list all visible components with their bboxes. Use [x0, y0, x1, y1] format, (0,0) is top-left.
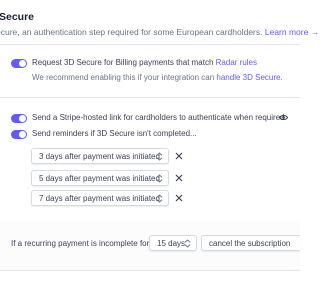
section-title: Secure [0, 11, 35, 23]
recurring-days-select[interactable]: 15 days [149, 235, 197, 251]
request-3ds-hint-suffix: . [280, 73, 283, 82]
close-icon[interactable] [175, 152, 183, 160]
reminder-select-value: 5 days after payment was initiated [39, 174, 160, 183]
request-3ds-label: Request 3D Secure for Billing payments t… [32, 58, 257, 67]
request-3ds-hint: We recommend enabling this if your integ… [32, 73, 283, 82]
reminders-toggle[interactable] [11, 130, 27, 139]
close-icon[interactable] [175, 194, 183, 202]
reminder-select[interactable]: 7 days after payment was initiated [31, 190, 169, 206]
chevron-up-down-icon [184, 239, 191, 248]
learn-more-link[interactable]: Learn more → [265, 27, 319, 37]
recurring-action-value: cancel the subscription [209, 239, 291, 248]
request-3ds-label-text: Request 3D Secure for Billing payments t… [32, 58, 214, 67]
radar-rules-link[interactable]: Radar rules [216, 58, 257, 67]
divider [0, 97, 300, 98]
reminder-select[interactable]: 5 days after payment was initiated [31, 170, 169, 186]
hosted-link-label: Send a Stripe-hosted link for cardholder… [32, 113, 285, 122]
eye-icon[interactable] [279, 114, 288, 121]
toggle-knob [19, 131, 26, 138]
section-description-text: ecure, an authentication step required f… [0, 27, 263, 37]
chevron-up-down-icon [156, 152, 163, 161]
chevron-up-down-icon [156, 174, 163, 183]
recurring-days-value: 15 days [157, 239, 186, 248]
settings-panel: Secure ecure, an authentication step req… [0, 0, 319, 300]
toggle-knob [19, 60, 26, 67]
request-3ds-toggle[interactable] [11, 59, 27, 68]
recurring-label: If a recurring payment is incomplete for [11, 239, 150, 248]
handle-3ds-link[interactable]: handle 3D Secure [216, 73, 280, 82]
chevron-up-down-icon [156, 194, 163, 203]
request-3ds-hint-text: We recommend enabling this if your integ… [32, 73, 215, 82]
section-description: ecure, an authentication step required f… [0, 27, 319, 37]
section-divider [0, 44, 300, 45]
close-icon[interactable] [175, 174, 183, 182]
reminder-select[interactable]: 3 days after payment was initiated [31, 148, 169, 164]
toggle-knob [19, 115, 26, 122]
reminder-select-value: 7 days after payment was initiated [39, 194, 160, 203]
divider [0, 270, 300, 271]
reminder-select-value: 3 days after payment was initiated [39, 152, 160, 161]
reminders-label: Send reminders if 3D Secure isn't comple… [32, 129, 197, 138]
recurring-action-select[interactable]: cancel the subscription [201, 235, 300, 251]
hosted-link-toggle[interactable] [11, 114, 27, 123]
